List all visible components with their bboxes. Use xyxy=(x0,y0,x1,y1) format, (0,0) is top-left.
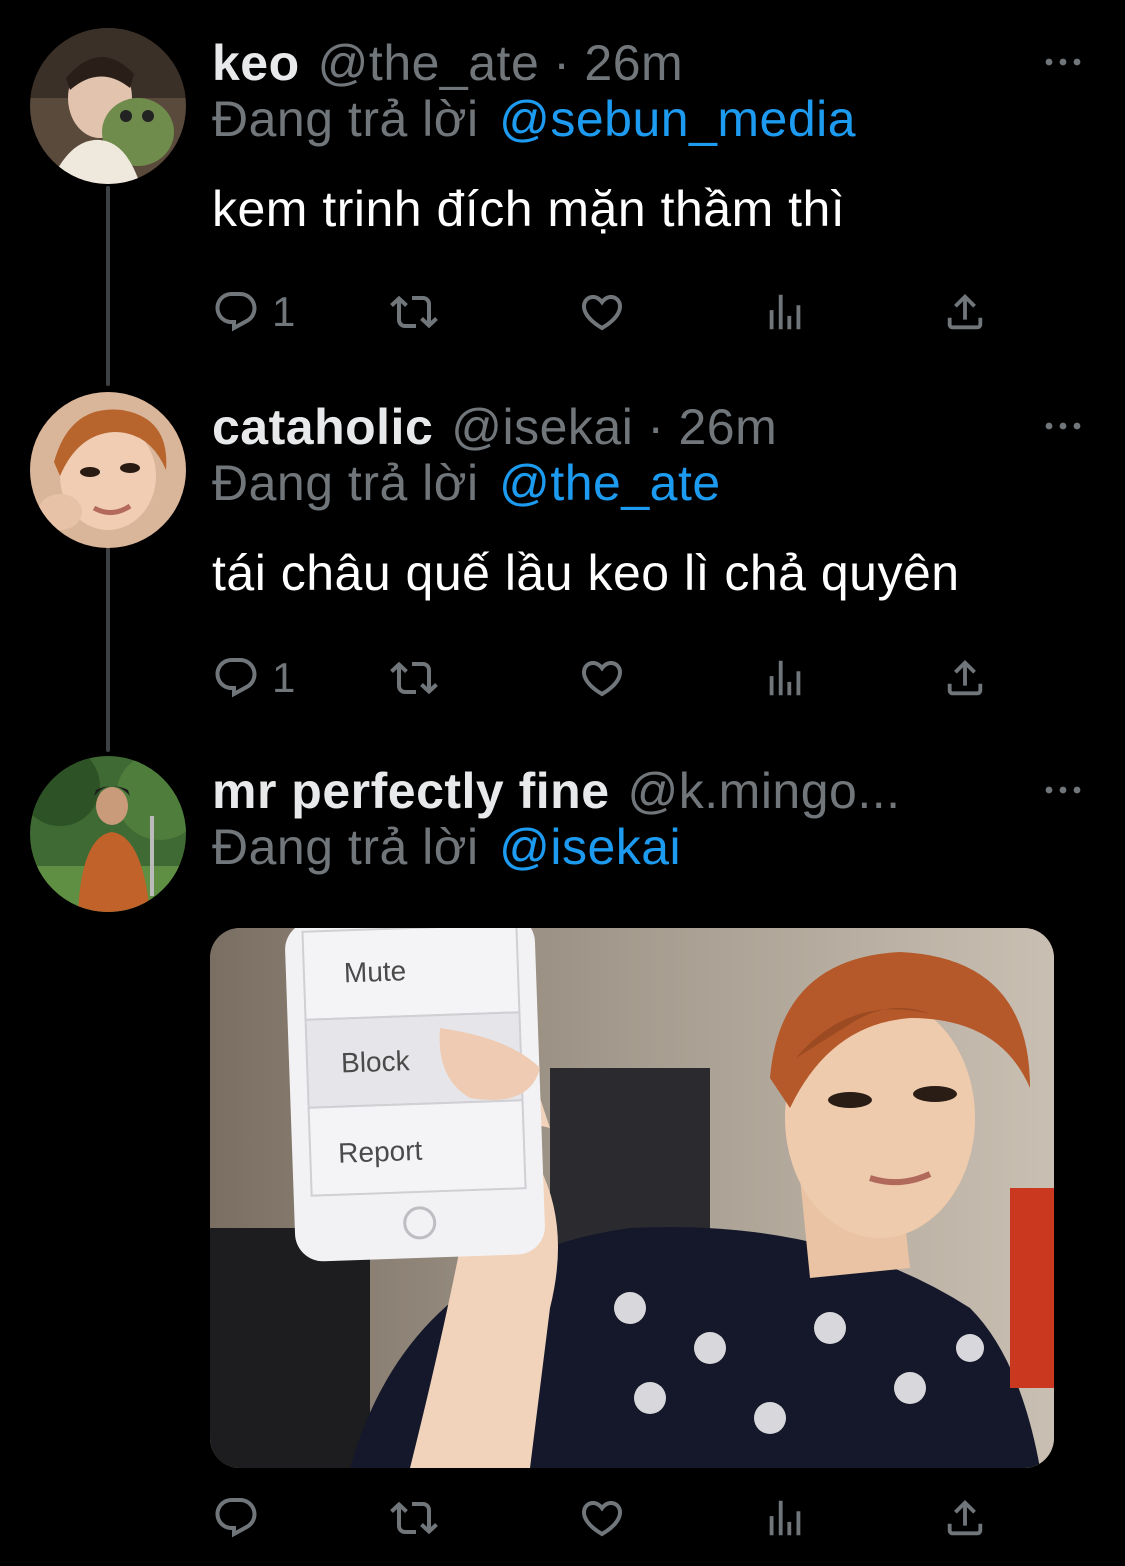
avatar[interactable] xyxy=(30,756,186,912)
retweet-button[interactable] xyxy=(390,648,438,708)
avatar-photo-icon xyxy=(30,28,186,184)
like-icon xyxy=(578,1494,626,1542)
more-icon[interactable] xyxy=(1043,780,1083,800)
tweet-media-image[interactable]: Mute Block Report xyxy=(210,928,1054,1468)
avatar-photo-icon xyxy=(30,756,186,912)
tweet[interactable]: keo @the_ate · 26m Đang trả lời @sebun_m… xyxy=(0,28,1125,348)
views-button[interactable] xyxy=(762,282,808,342)
replying-to-label: Đang trả lời xyxy=(212,819,479,875)
display-name[interactable]: keo xyxy=(212,34,300,92)
like-button[interactable] xyxy=(578,282,626,342)
retweet-icon xyxy=(390,654,438,702)
replying-to: Đang trả lời @isekai xyxy=(212,818,681,876)
reply-thread: keo @the_ate · 26m Đang trả lời @sebun_m… xyxy=(0,0,1125,1566)
reply-button[interactable]: 1 xyxy=(212,282,295,342)
phone-menu-item: Block xyxy=(341,1045,412,1078)
tweet-header: keo @the_ate · 26m xyxy=(212,28,683,98)
views-icon xyxy=(762,289,808,335)
reply-icon xyxy=(212,288,260,336)
reply-count: 1 xyxy=(272,288,296,335)
retweet-icon xyxy=(390,1494,438,1542)
replying-to-label: Đang trả lời xyxy=(212,455,479,511)
views-icon xyxy=(762,655,808,701)
retweet-button[interactable] xyxy=(390,282,438,342)
share-button[interactable] xyxy=(942,282,988,342)
meta-separator: · xyxy=(553,35,571,91)
avatar-photo-icon xyxy=(30,392,186,548)
reply-count: 1 xyxy=(272,654,296,701)
replying-to: Đang trả lời @sebun_media xyxy=(212,90,856,148)
share-button[interactable] xyxy=(942,648,988,708)
more-icon[interactable] xyxy=(1043,416,1083,436)
tweet-text: tái châu quế lầu keo lì chả quyên xyxy=(212,545,960,601)
reply-icon xyxy=(212,654,260,702)
phone-menu-item: Mute xyxy=(343,955,406,988)
views-button[interactable] xyxy=(762,648,808,708)
timestamp[interactable]: 26m xyxy=(679,398,778,456)
like-button[interactable] xyxy=(578,648,626,708)
retweet-button[interactable] xyxy=(390,1488,438,1548)
handle[interactable]: @the_ate xyxy=(318,34,540,92)
replying-to-handle[interactable]: @isekai xyxy=(499,819,681,875)
replying-to: Đang trả lời @the_ate xyxy=(212,454,721,512)
tweet-actions xyxy=(212,1488,1002,1548)
reply-button[interactable]: 1 xyxy=(212,648,295,708)
tweet-actions: 1 xyxy=(212,648,1002,708)
display-name[interactable]: mr perfectly fine xyxy=(212,762,610,820)
tweet-header: mr perfectly fine @k.mingo... xyxy=(212,756,901,826)
like-icon xyxy=(578,654,626,702)
avatar[interactable] xyxy=(30,392,186,548)
display-name[interactable]: cataholic xyxy=(212,398,433,456)
more-icon[interactable] xyxy=(1043,52,1083,72)
phone-menu-item: Report xyxy=(338,1135,423,1169)
like-button[interactable] xyxy=(578,1488,626,1548)
reply-button[interactable] xyxy=(212,1488,272,1548)
handle[interactable]: @isekai xyxy=(451,398,633,456)
media-photo: Mute Block Report xyxy=(210,928,1054,1468)
share-icon xyxy=(942,289,988,335)
avatar[interactable] xyxy=(30,28,186,184)
tweet-actions: 1 xyxy=(212,282,1002,342)
views-button[interactable] xyxy=(762,1488,808,1548)
share-icon xyxy=(942,655,988,701)
meta-separator: · xyxy=(647,399,665,455)
tweet-text: kem trinh đích mặn thầm thì xyxy=(212,181,846,237)
retweet-icon xyxy=(390,288,438,336)
tweet-header: cataholic @isekai · 26m xyxy=(212,392,777,462)
replying-to-label: Đang trả lời xyxy=(212,91,479,147)
views-icon xyxy=(762,1495,808,1541)
timestamp[interactable]: 26m xyxy=(584,34,683,92)
replying-to-handle[interactable]: @sebun_media xyxy=(499,91,856,147)
like-icon xyxy=(578,288,626,336)
replying-to-handle[interactable]: @the_ate xyxy=(499,455,721,511)
handle[interactable]: @k.mingo... xyxy=(628,762,901,820)
share-icon xyxy=(942,1495,988,1541)
tweet[interactable]: cataholic @isekai · 26m Đang trả lời @th… xyxy=(0,392,1125,712)
reply-icon xyxy=(212,1494,260,1542)
share-button[interactable] xyxy=(942,1488,988,1548)
